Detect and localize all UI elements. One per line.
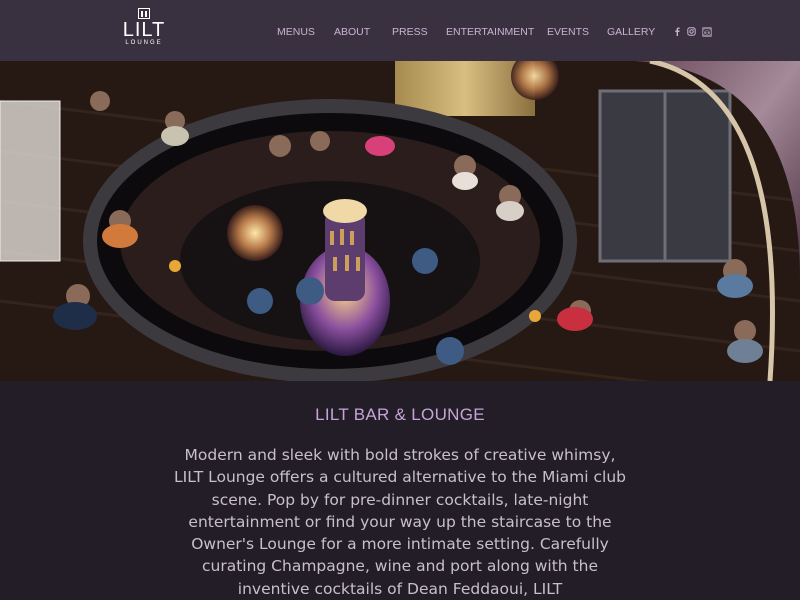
nav-item-gallery[interactable]: GALLERY [607, 26, 655, 38]
logo-tagline: LOUNGE [125, 40, 163, 46]
nav-item-entertainment[interactable]: ENTERTAINMENT [446, 26, 534, 38]
section-title: LILT BAR & LOUNGE [315, 405, 485, 424]
instagram-icon[interactable] [687, 27, 696, 36]
nav-item-events[interactable]: EVENTS [547, 26, 589, 38]
nav-item-press[interactable]: PRESS [392, 26, 428, 38]
logo-text: LILT [122, 19, 166, 41]
tripadvisor-icon[interactable] [702, 27, 712, 37]
nav-item-menus[interactable]: MENUS [277, 26, 315, 38]
about-section: LILT BAR & LOUNGE Modern and sleek with … [0, 381, 800, 598]
bar-scene-illustration [0, 61, 800, 381]
nav-item-about[interactable]: ABOUT [334, 26, 370, 38]
lilt-logo[interactable]: LILT LOUNGE [120, 8, 168, 50]
facebook-icon[interactable] [673, 27, 682, 36]
site-header: LILT LOUNGE MENUS ABOUT PRESS ENTERTAINM… [0, 0, 800, 61]
hero-image [0, 61, 800, 381]
logo-mark-icon [138, 8, 150, 19]
